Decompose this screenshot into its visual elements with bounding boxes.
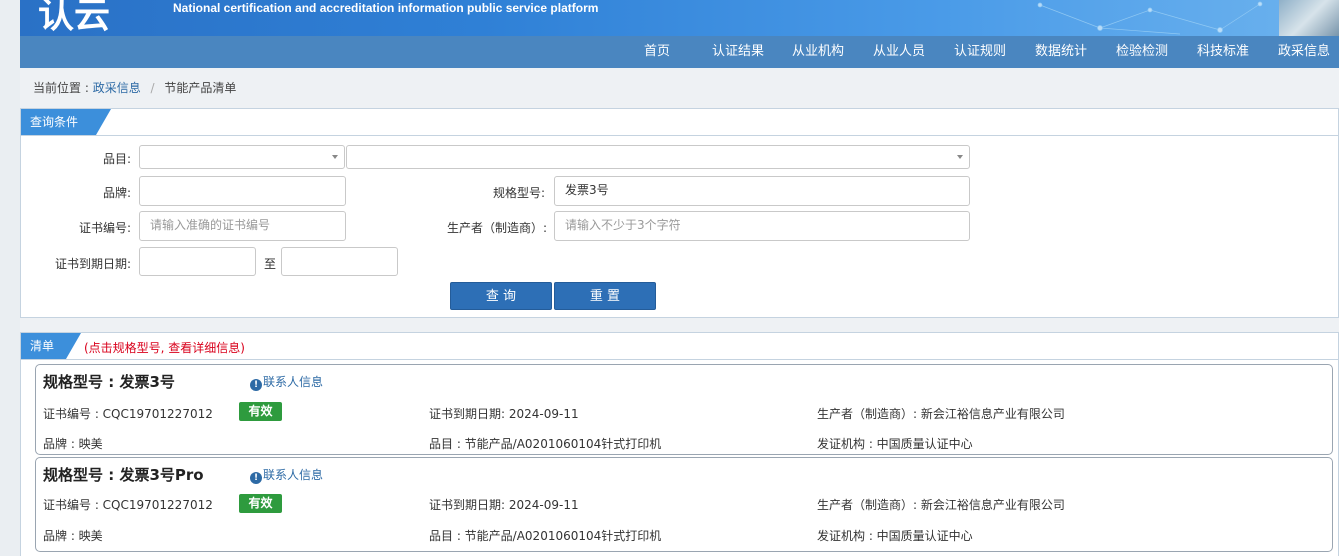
category-select-secondary[interactable] xyxy=(346,145,970,169)
expiry-from-input[interactable] xyxy=(139,247,256,276)
info-circle-icon: ! xyxy=(250,472,262,484)
breadcrumb-separator: / xyxy=(150,81,155,95)
query-panel-header: 查询条件 xyxy=(21,109,1338,136)
manufacturer-placeholder: 请输入不少于3个字符 xyxy=(565,218,681,232)
brand-label: 品牌: xyxy=(102,186,131,200)
list-item: 规格型号 : 发票3号Pro ! 联系人信息 证书编号 : CQC19701227… xyxy=(35,457,1333,552)
nav-cert-rules[interactable]: 认证规则 xyxy=(954,36,1006,68)
nav-tech-standards[interactable]: 科技标准 xyxy=(1197,36,1249,68)
nav-statistics[interactable]: 数据统计 xyxy=(1035,36,1087,68)
list-panel-title: 清单 xyxy=(30,339,55,353)
item-category: 品目 : 节能产品/A0201060104针式打印机 xyxy=(429,529,662,543)
info-circle-icon: ! xyxy=(250,379,262,391)
list-item: 规格型号 : 发票3号 ! 联系人信息 证书编号 : CQC19701227012… xyxy=(35,364,1333,455)
chevron-down-icon xyxy=(332,155,338,159)
cert-no-placeholder: 请输入准确的证书编号 xyxy=(150,218,271,232)
query-panel-title: 查询条件 xyxy=(30,115,79,129)
manufacturer-input[interactable]: 请输入不少于3个字符 xyxy=(554,211,970,241)
query-panel-tab: 查询条件 xyxy=(21,109,111,135)
site-banner: 认云 National certification and accreditat… xyxy=(20,0,1339,36)
item-cert-no: 证书编号 : CQC19701227012 xyxy=(43,407,213,421)
item-issuer: 发证机构 : 中国质量认证中心 xyxy=(817,437,973,451)
page: 认云 National certification and accreditat… xyxy=(20,0,1339,556)
expiry-label: 证书到期日期: xyxy=(54,257,131,271)
breadcrumb-current: 节能产品清单 xyxy=(164,81,237,95)
item-model-link[interactable]: 规格型号 : 发票3号Pro xyxy=(43,464,204,485)
contact-info-label: 联系人信息 xyxy=(263,468,324,482)
search-button[interactable]: 查 询 xyxy=(450,282,552,310)
expiry-to-label: 至 xyxy=(263,257,276,271)
main-nav: 首页 认证结果 从业机构 从业人员 认证规则 数据统计 检验检测 科技标准 政采… xyxy=(20,36,1339,68)
network-decoration xyxy=(1037,1,1263,35)
list-hint: (点击规格型号, 查看详细信息) xyxy=(84,341,245,355)
manufacturer-label: 生产者（制造商）: xyxy=(446,221,547,235)
status-badge: 有效 xyxy=(239,494,282,513)
list-panel: 清单 (点击规格型号, 查看详细信息) 规格型号 : 发票3号 ! 联系人信息 证… xyxy=(20,332,1339,556)
contact-info-link[interactable]: ! 联系人信息 xyxy=(250,466,323,484)
cert-no-label: 证书编号: xyxy=(78,221,131,235)
category-select-primary[interactable] xyxy=(139,145,345,169)
item-brand: 品牌 : 映美 xyxy=(43,529,103,543)
query-panel: 查询条件 品目: 品牌: 规格型号: 发票3号 证书编号: 请输入准确的证书编号… xyxy=(20,108,1339,318)
item-issuer: 发证机构 : 中国质量认证中心 xyxy=(817,529,973,543)
category-label: 品目: xyxy=(102,152,131,166)
item-manufacturer: 生产者（制造商）: 新会江裕信息产业有限公司 xyxy=(817,498,1065,512)
model-input[interactable]: 发票3号 xyxy=(554,176,970,206)
expiry-to-input[interactable] xyxy=(281,247,398,276)
status-badge: 有效 xyxy=(239,402,282,421)
nav-inspection[interactable]: 检验检测 xyxy=(1116,36,1168,68)
nav-institutions[interactable]: 从业机构 xyxy=(792,36,844,68)
nav-practitioners[interactable]: 从业人员 xyxy=(873,36,925,68)
item-cert-no: 证书编号 : CQC19701227012 xyxy=(43,498,213,512)
nav-cert-results[interactable]: 认证结果 xyxy=(712,36,764,68)
breadcrumb-label: 当前位置 : xyxy=(33,81,89,95)
banner-photo xyxy=(1279,0,1339,36)
list-panel-header: 清单 (点击规格型号, 查看详细信息) xyxy=(21,333,1338,360)
item-manufacturer: 生产者（制造商）: 新会江裕信息产业有限公司 xyxy=(817,407,1065,421)
contact-info-label: 联系人信息 xyxy=(263,375,324,389)
breadcrumb-link-procurement[interactable]: 政采信息 xyxy=(93,81,141,95)
list-panel-tab: 清单 xyxy=(21,333,81,359)
item-brand: 品牌 : 映美 xyxy=(43,437,103,451)
item-model-link[interactable]: 规格型号 : 发票3号 xyxy=(43,371,175,392)
brand-input[interactable] xyxy=(139,176,346,206)
site-logo[interactable]: 认云 xyxy=(38,0,110,36)
site-subtitle: National certification and accreditation… xyxy=(173,1,599,15)
item-category: 品目 : 节能产品/A0201060104针式打印机 xyxy=(429,437,662,451)
chevron-down-icon xyxy=(957,155,963,159)
cert-no-input[interactable]: 请输入准确的证书编号 xyxy=(139,211,346,241)
model-label: 规格型号: xyxy=(492,186,545,200)
item-expiry: 证书到期日期: 2024-09-11 xyxy=(429,407,579,421)
contact-info-link[interactable]: ! 联系人信息 xyxy=(250,373,323,391)
breadcrumb: 当前位置 : 政采信息 / 节能产品清单 xyxy=(33,79,236,96)
item-expiry: 证书到期日期: 2024-09-11 xyxy=(429,498,579,512)
nav-home[interactable]: 首页 xyxy=(644,36,670,68)
reset-button[interactable]: 重 置 xyxy=(554,282,656,310)
nav-procurement[interactable]: 政采信息 xyxy=(1278,36,1330,68)
